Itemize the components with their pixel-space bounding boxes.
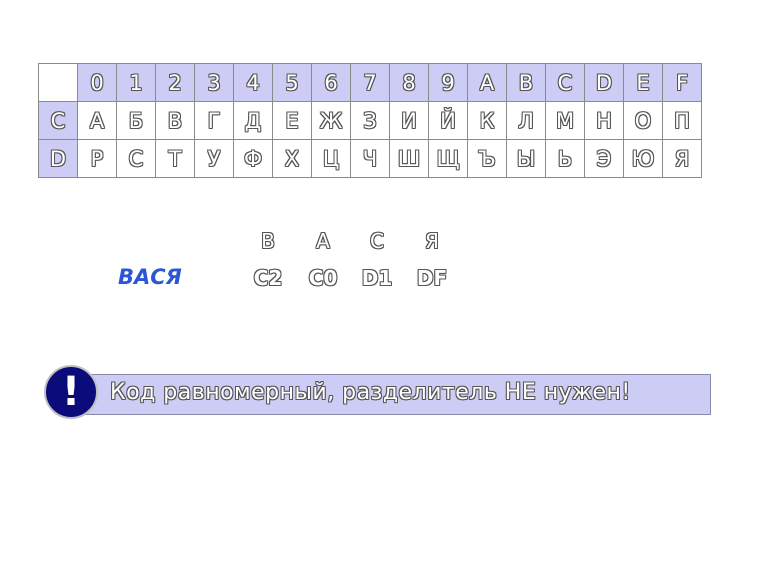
table-cell: П (662, 101, 702, 140)
row-header: C (38, 101, 78, 140)
column-header: 2 (155, 63, 195, 102)
table-cell: Ф (233, 139, 273, 178)
note-text: Код равномерный, разделитель НЕ нужен! (110, 380, 631, 405)
example-code: DF (416, 266, 448, 290)
example-letter: А (316, 229, 330, 253)
row-header: D (38, 139, 78, 178)
column-header: F (662, 63, 702, 102)
column-header: E (623, 63, 663, 102)
column-header: 0 (77, 63, 117, 102)
table-cell: А (77, 101, 117, 140)
table-cell: З (350, 101, 390, 140)
example-word: ВАСЯ (118, 265, 182, 289)
example-letter: Я (425, 229, 439, 253)
example-code: C0 (308, 266, 338, 290)
table-cell: Е (272, 101, 312, 140)
column-header: 4 (233, 63, 273, 102)
example-code: C2 (253, 266, 283, 290)
column-header: 5 (272, 63, 312, 102)
exclamation-icon: ! (44, 365, 98, 419)
table-cell: Д (233, 101, 273, 140)
example-letter: С (370, 229, 384, 253)
table-cell: Й (428, 101, 468, 140)
column-header: 9 (428, 63, 468, 102)
column-header: D (584, 63, 624, 102)
table-cell: Н (584, 101, 624, 140)
column-header: C (545, 63, 585, 102)
table-cell: Ш (389, 139, 429, 178)
table-cell: Ь (545, 139, 585, 178)
table-row: C А Б В Г Д Е Ж З И Й К Л М Н О П (38, 101, 702, 140)
table-cell: Э (584, 139, 624, 178)
example-code: D1 (361, 266, 393, 290)
table-cell: Х (272, 139, 312, 178)
table-cell: И (389, 101, 429, 140)
table-corner-cell (38, 63, 78, 102)
table-cell: Ж (311, 101, 351, 140)
column-header: A (467, 63, 507, 102)
table-cell: Г (194, 101, 234, 140)
table-row: D Р С Т У Ф Х Ц Ч Ш Щ Ъ Ы Ь Э Ю Я (38, 139, 702, 178)
encoding-table: 0 1 2 3 4 5 6 7 8 9 A B C D E F C А Б В … (38, 63, 702, 178)
table-cell: Щ (428, 139, 468, 178)
table-cell: С (116, 139, 156, 178)
table-header-row: 0 1 2 3 4 5 6 7 8 9 A B C D E F (38, 63, 702, 102)
table-cell: Р (77, 139, 117, 178)
column-header: 1 (116, 63, 156, 102)
column-header: 8 (389, 63, 429, 102)
column-header: B (506, 63, 546, 102)
table-cell: Я (662, 139, 702, 178)
table-cell: Ч (350, 139, 390, 178)
column-header: 6 (311, 63, 351, 102)
table-cell: Ы (506, 139, 546, 178)
table-cell: Ъ (467, 139, 507, 178)
table-cell: Ю (623, 139, 663, 178)
column-header: 3 (194, 63, 234, 102)
table-cell: М (545, 101, 585, 140)
table-cell: О (623, 101, 663, 140)
example-letter: В (261, 229, 275, 253)
table-cell: В (155, 101, 195, 140)
table-cell: Ц (311, 139, 351, 178)
table-cell: К (467, 101, 507, 140)
table-cell: Т (155, 139, 195, 178)
column-header: 7 (350, 63, 390, 102)
table-cell: У (194, 139, 234, 178)
table-cell: Л (506, 101, 546, 140)
table-cell: Б (116, 101, 156, 140)
